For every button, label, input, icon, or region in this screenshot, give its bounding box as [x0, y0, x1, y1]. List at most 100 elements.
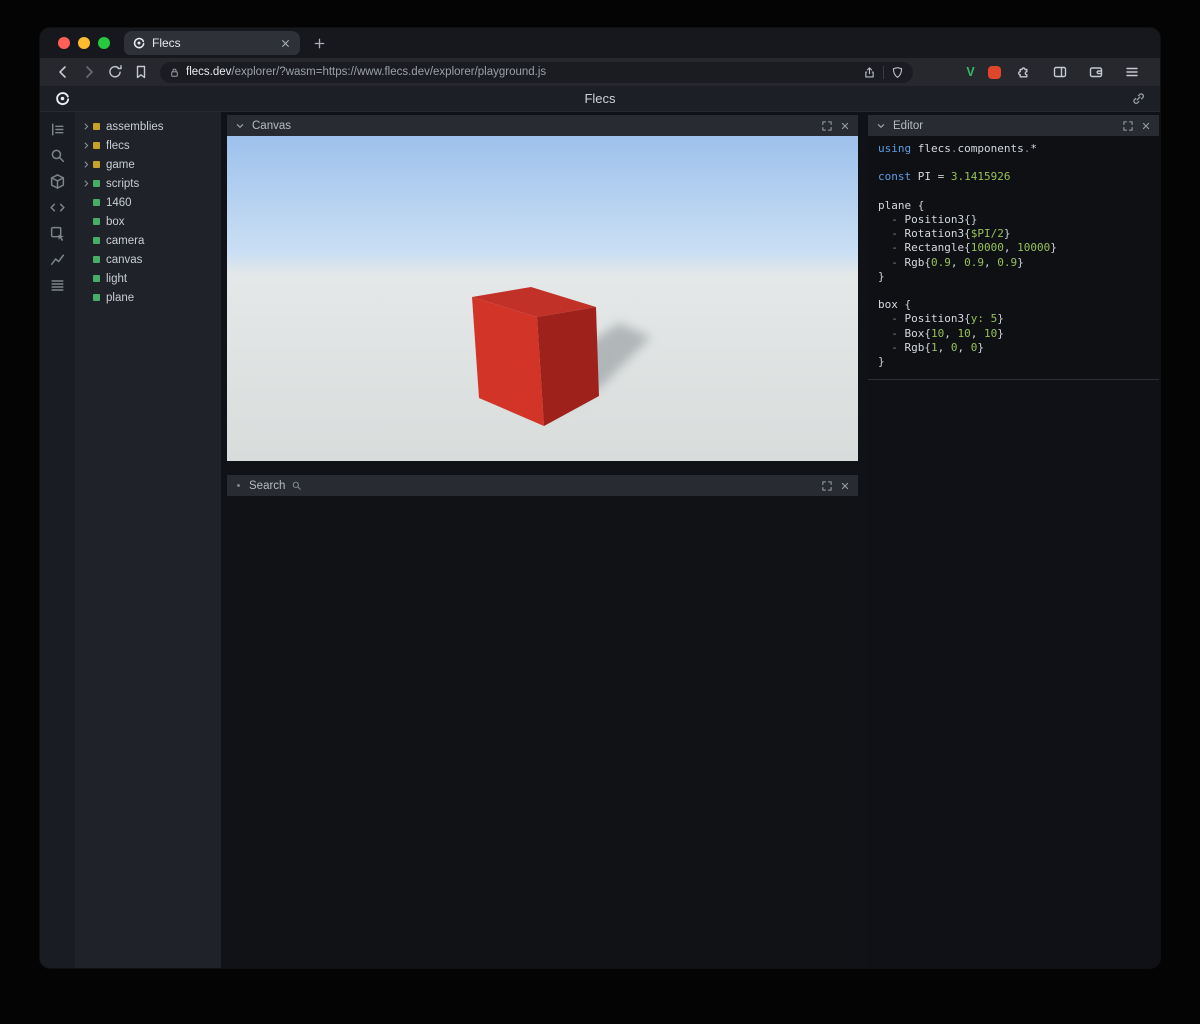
share-icon[interactable]	[863, 66, 876, 79]
tree-item-plane[interactable]: plane	[75, 288, 221, 307]
navigation-bar: flecs.dev/explorer/?wasm=https://www.fle…	[40, 58, 1160, 86]
browser-window: Flecs flecs.dev/explorer/?wasm=https://w…	[40, 28, 1160, 968]
tab-title: Flecs	[152, 36, 273, 50]
editor-panel-header: Editor	[868, 115, 1159, 136]
tab-strip: Flecs	[40, 28, 1160, 58]
code-line: - Position3{y: 5}	[878, 312, 1149, 326]
tree-item-label: light	[106, 273, 127, 285]
share-link-icon[interactable]	[1131, 91, 1146, 106]
fullscreen-icon[interactable]	[821, 120, 833, 132]
tree-item-box[interactable]: box	[75, 212, 221, 231]
wallet-icon[interactable]	[1088, 64, 1104, 80]
rest-stats-icon[interactable]	[49, 277, 66, 294]
flecs-logo-icon	[54, 90, 71, 107]
tab-close-icon[interactable]	[279, 37, 292, 50]
expand-chevron-icon[interactable]	[82, 141, 91, 150]
brave-shield-icon[interactable]	[891, 66, 904, 79]
entity-tree-icon[interactable]	[49, 121, 66, 138]
tree-item-label: game	[106, 159, 135, 171]
red-extension-icon[interactable]	[988, 66, 1001, 79]
code-line: - Box{10, 10, 10}	[878, 327, 1149, 341]
tree-item-game[interactable]: game	[75, 155, 221, 174]
tree-item-1460[interactable]: 1460	[75, 193, 221, 212]
chevron-down-icon[interactable]	[234, 120, 246, 132]
close-panel-icon[interactable]	[839, 120, 851, 132]
tree-item-assemblies[interactable]: assemblies	[75, 117, 221, 136]
tree-item-label: flecs	[106, 140, 130, 152]
code-line: }	[878, 355, 1149, 369]
bookmark-icon[interactable]	[133, 64, 149, 80]
expand-chevron-icon[interactable]	[82, 122, 91, 131]
page-header: Flecs	[40, 86, 1160, 112]
minimize-window-button[interactable]	[78, 37, 90, 49]
search-panel: Search	[227, 475, 858, 968]
tree-item-camera[interactable]: camera	[75, 231, 221, 250]
tree-item-canvas[interactable]: canvas	[75, 250, 221, 269]
tree-item-label: camera	[106, 235, 144, 247]
tree-item-light[interactable]: light	[75, 269, 221, 288]
fullscreen-icon[interactable]	[821, 480, 833, 492]
entity-color-square	[93, 256, 100, 263]
code-line: }	[878, 270, 1149, 284]
canvas-3d-view[interactable]	[227, 136, 858, 461]
tab-favicon-icon	[132, 36, 146, 50]
tree-indent-spacer	[82, 274, 91, 283]
forward-button[interactable]	[81, 64, 97, 80]
search-panel-title: Search	[249, 480, 285, 492]
flecs-explorer-page: Flecs assemblies flecs game scripts 1460 box c…	[40, 86, 1160, 968]
sidebar-toggle-icon[interactable]	[1052, 64, 1068, 80]
entity-color-square	[93, 142, 100, 149]
browser-tab[interactable]: Flecs	[124, 31, 300, 55]
menu-icon[interactable]	[1124, 64, 1140, 80]
entity-color-square	[93, 237, 100, 244]
tree-indent-spacer	[82, 198, 91, 207]
expand-chevron-icon[interactable]	[82, 160, 91, 169]
tree-indent-spacer	[82, 293, 91, 302]
new-tab-button[interactable]	[312, 36, 327, 51]
canvas-panel: Canvas	[227, 115, 858, 461]
code-line: plane {	[878, 199, 1149, 213]
code-editor[interactable]: using flecs.components.* const PI = 3.14…	[868, 136, 1159, 380]
code-line: using flecs.components.*	[878, 142, 1149, 156]
reload-button[interactable]	[107, 64, 123, 80]
close-panel-icon[interactable]	[1140, 120, 1152, 132]
divider	[883, 66, 884, 79]
bullet-icon	[234, 481, 243, 490]
url-path: /explorer/?wasm=https://www.flecs.dev/ex…	[231, 66, 855, 78]
fullscreen-icon[interactable]	[1122, 120, 1134, 132]
puzzle-extensions-icon[interactable]	[1016, 64, 1032, 80]
code-line	[878, 284, 1149, 298]
query-search-icon[interactable]	[49, 147, 66, 164]
close-panel-icon[interactable]	[839, 480, 851, 492]
extensions-cluster: V	[963, 64, 1145, 80]
page-title: Flecs	[40, 91, 1160, 106]
entity-color-square	[93, 199, 100, 206]
code-line	[878, 156, 1149, 170]
icon-rail	[40, 112, 75, 968]
code-line: - Position3{}	[878, 213, 1149, 227]
tree-item-label: box	[106, 216, 125, 228]
chevron-down-icon[interactable]	[875, 120, 887, 132]
tree-item-flecs[interactable]: flecs	[75, 136, 221, 155]
code-line: - Rotation3{$PI/2}	[878, 227, 1149, 241]
back-button[interactable]	[55, 64, 71, 80]
v-extension-icon[interactable]: V	[963, 65, 978, 79]
address-bar[interactable]: flecs.dev/explorer/?wasm=https://www.fle…	[160, 62, 913, 83]
commands-icon[interactable]	[49, 173, 66, 190]
tree-item-scripts[interactable]: scripts	[75, 174, 221, 193]
tree-item-label: 1460	[106, 197, 132, 209]
search-panel-header: Search	[227, 475, 858, 496]
search-icon	[291, 480, 302, 491]
inspector-icon[interactable]	[49, 225, 66, 242]
lock-icon	[169, 67, 180, 78]
center-column: Canvas	[221, 112, 866, 968]
code-line: - Rectangle{10000, 10000}	[878, 241, 1149, 255]
page-body: assemblies flecs game scripts 1460 box camera c…	[40, 112, 1160, 968]
script-editor-icon[interactable]	[49, 199, 66, 216]
stats-chart-icon[interactable]	[49, 251, 66, 268]
zoom-window-button[interactable]	[98, 37, 110, 49]
search-results-area	[227, 496, 858, 968]
close-window-button[interactable]	[58, 37, 70, 49]
entity-color-square	[93, 180, 100, 187]
expand-chevron-icon[interactable]	[82, 179, 91, 188]
